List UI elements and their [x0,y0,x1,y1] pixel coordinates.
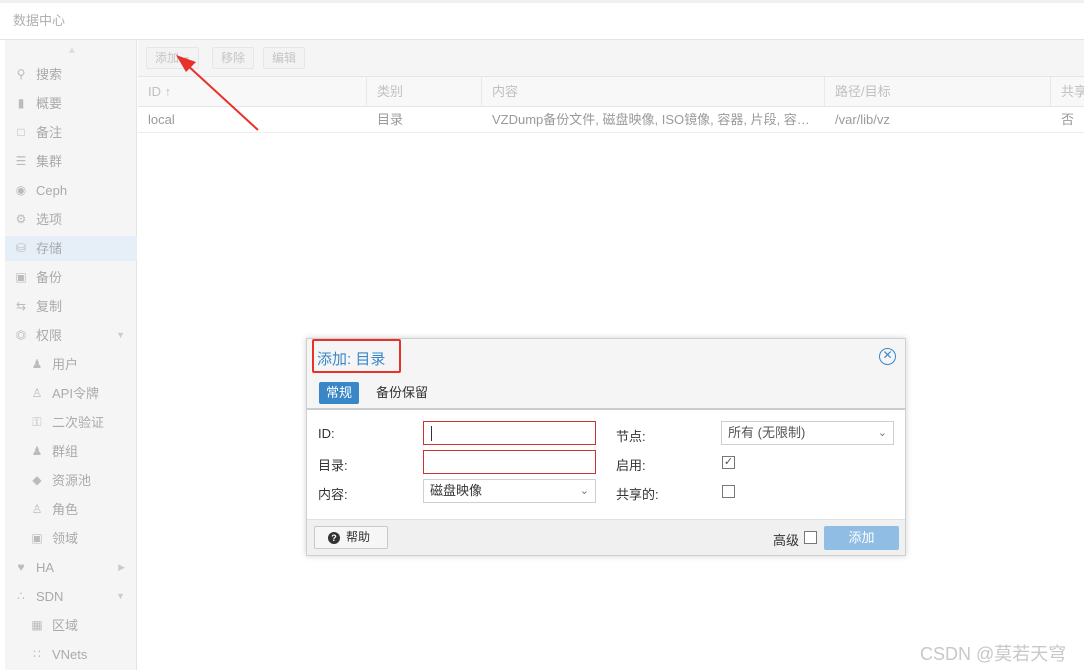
retweet-icon: ⇆ [15,299,27,313]
close-icon[interactable]: ✕ [879,348,896,365]
sidebar-item-permissions[interactable]: ⏣ 权限 ▼ [5,323,137,348]
unlock-icon: ⏣ [15,328,27,342]
table-row[interactable]: local 目录 VZDump备份文件, 磁盘映像, ISO镜像, 容器, 片段… [138,107,1084,133]
enable-label: 启用: [616,458,646,473]
chevron-down-icon[interactable]: ▼ [116,323,125,348]
datacenter-title: 数据中心 [13,13,66,28]
dialog-title: 添加: 目录 [317,351,386,368]
dropdown-arrow-icon: ▼ [182,55,191,64]
dialog-tabs: 常规 备份保留 [307,377,905,410]
sidebar-item-search[interactable]: ⚲ 搜索 [5,62,137,87]
cell-type: 目录 [377,112,404,127]
users-icon: ♟ [31,444,43,458]
content-label: 内容: [318,487,348,502]
sidebar-item-pools[interactable]: ◆ 资源池 [5,468,137,493]
column-header-path[interactable]: 路径/目标 [825,77,1051,107]
sidebar-item-backup[interactable]: ▣ 备份 [5,265,137,290]
storage-toolbar: 添加 ▼ 移除 编辑 [138,40,1084,76]
key-icon: ⚿ [32,415,42,429]
directory-label: 目录: [318,458,348,473]
sidebar-item-options[interactable]: ⚙ 选项 [5,207,137,232]
sidebar-item-cluster[interactable]: ☰ 集群 [5,149,137,174]
grid-icon: ▦ [31,618,43,632]
nodes-label: 节点: [616,429,646,444]
shared-label: 共享的: [616,487,659,502]
column-header-type[interactable]: 类别 [367,77,482,107]
column-header-shared[interactable]: 共享 [1051,77,1084,107]
sidebar-item-sdn[interactable]: ∴ SDN ▼ [5,584,137,609]
directory-field[interactable] [423,450,596,474]
advanced-label: 高级 [773,533,800,548]
heartbeat-icon: ♥ [17,560,25,574]
sidebar-item-ceph[interactable]: ◉ Ceph [5,178,137,203]
nodes-select[interactable]: 所有 (无限制) ⌄ [721,421,894,445]
cell-content: VZDump备份文件, 磁盘映像, ISO镜像, 容器, 片段, 容… [492,112,810,127]
chevron-right-icon[interactable]: ▶ [118,555,125,580]
chevron-down-icon: ⌄ [579,485,589,497]
sidebar-item-notes[interactable]: □ 备注 [5,120,137,145]
sidebar-item-users[interactable]: ♟ 用户 [5,352,137,377]
dialog-header: 添加: 目录 ✕ [307,339,905,377]
sidebar-item-two-factor[interactable]: ⚿ 二次验证 [5,410,137,435]
dialog-footer: ? 帮助 高级 添加 [307,519,905,555]
content-select[interactable]: 磁盘映像 ⌄ [423,479,596,503]
chevron-down-icon[interactable]: ▼ [116,584,125,609]
chevron-down-icon: ⌄ [877,427,887,439]
user-outline-icon: ♙ [31,386,43,400]
id-label: ID: [318,426,335,441]
sidebar-item-realms[interactable]: ▣ 领域 [5,526,137,551]
watermark: CSDN @莫若天穹 [920,644,1067,664]
gear-icon: ⚙ [15,212,27,226]
sidebar-item-storage[interactable]: ⛁ 存储 [5,236,137,261]
sdn-icon: ∴ [17,589,25,603]
address-book-icon: ▣ [31,531,43,545]
edit-button[interactable]: 编辑 [263,47,306,69]
enable-checkbox[interactable]: ✓ [722,456,735,469]
shared-checkbox[interactable] [722,485,735,498]
add-directory-dialog: 添加: 目录 ✕ 常规 备份保留 ID: 目录: 内容: 磁盘映像 ⌄ 节点: … [306,338,906,556]
note-icon: □ [17,125,25,139]
male-icon: ♙ [31,502,43,516]
search-icon: ⚲ [16,67,26,81]
sitemap-icon: ∷ [33,647,41,661]
dialog-add-button[interactable]: 添加 [824,526,899,550]
remove-button[interactable]: 移除 [212,47,255,69]
column-header-content[interactable]: 内容 [482,77,825,107]
advanced-checkbox[interactable] [804,531,817,544]
cell-shared: 否 [1061,112,1075,127]
floppy-icon: ▣ [15,270,27,284]
question-circle-icon: ? [328,532,340,544]
book-icon: ▮ [17,96,25,110]
tags-icon: ◆ [32,473,42,487]
sidebar-item-ha[interactable]: ♥ HA ▶ [5,555,137,580]
sidebar-item-roles[interactable]: ♙ 角色 [5,497,137,522]
server-icon: ☰ [15,154,27,168]
sidebar-item-groups[interactable]: ♟ 群组 [5,439,137,464]
add-button[interactable]: 添加 ▼ [146,47,200,69]
sidebar: ▲ ⚲ 搜索 ▮ 概要 □ 备注 ☰ 集群 ◉ Ceph ⚙ 选项 ⛁ 存储 ▣… [5,40,137,670]
id-field[interactable] [423,421,596,445]
help-button[interactable]: ? 帮助 [314,526,388,549]
tab-backup-retention[interactable]: 备份保留 [369,382,435,404]
text-caret [431,426,432,441]
datacenter-header: 数据中心 [0,0,1084,40]
sidebar-item-summary[interactable]: ▮ 概要 [5,91,137,116]
database-icon: ⛁ [15,241,27,255]
column-header-id[interactable]: ID ↑ [138,77,367,107]
tab-general[interactable]: 常规 [319,382,360,404]
cell-path: /var/lib/vz [835,112,890,127]
cell-id: local [148,112,175,127]
sidebar-item-api-tokens[interactable]: ♙ API令牌 [5,381,137,406]
sidebar-item-replication[interactable]: ⇆ 复制 [5,294,137,319]
sidebar-item-vnets[interactable]: ∷ VNets [5,642,137,667]
user-icon: ♟ [31,357,43,371]
ceph-icon: ◉ [15,183,27,197]
sidebar-item-zones[interactable]: ▦ 区域 [5,613,137,638]
collapse-up-icon[interactable]: ▲ [65,45,79,56]
storage-grid-header: ID ↑ 类别 内容 路径/目标 共享 [138,76,1084,107]
